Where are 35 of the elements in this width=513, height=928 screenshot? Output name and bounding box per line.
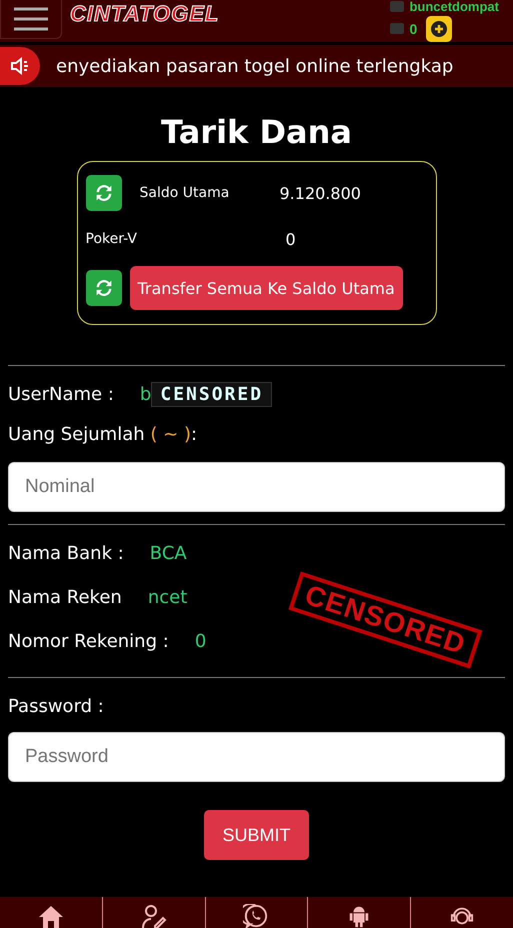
page-title: Tarik Dana [160, 113, 353, 151]
sound-button[interactable] [0, 47, 40, 85]
field-value: BCA [150, 542, 187, 564]
username-value: b [140, 384, 152, 404]
logo[interactable]: CINTATOGEL [70, 1, 220, 27]
refresh-button[interactable] [86, 175, 122, 211]
field-label: Password : [8, 696, 104, 716]
nominal-field[interactable]: Nominal [8, 462, 505, 512]
deposit-button[interactable] [426, 16, 452, 42]
redaction-label: CENSORED [151, 382, 272, 406]
field-label: Nama Bank : [8, 542, 124, 564]
user-edit-icon[interactable] [140, 904, 167, 928]
field-label: Nama Reken [8, 586, 122, 608]
field-value: 0 [194, 630, 206, 652]
wallet-value: 9.120.800 [280, 184, 361, 202]
transfer-button[interactable]: Transfer Semua Ke Saldo Utama [130, 266, 403, 310]
menu-button[interactable] [0, 0, 62, 39]
refresh-button[interactable] [86, 270, 122, 306]
submit-button[interactable]: SUBMIT [204, 810, 308, 860]
home-icon[interactable] [38, 904, 64, 928]
menu-icon [14, 6, 48, 32]
wallet-value: 0 [286, 230, 296, 248]
wallet-label: Saldo Utama [140, 185, 230, 201]
username: buncetdompat [409, 0, 499, 14]
chat-icon[interactable] [243, 904, 270, 928]
marquee-text: enyediakan pasaran togel online terlengkap [56, 56, 454, 76]
balance: 0 [409, 20, 418, 36]
field-label: Nomor Rekening : [8, 630, 169, 652]
field-value: ncet [148, 586, 188, 608]
speaker-icon [10, 57, 30, 75]
password-field[interactable]: Password [8, 732, 505, 782]
field-label: UserName : [8, 384, 114, 404]
wallet-label: Poker-V [86, 231, 138, 247]
field-label: Uang Sejumlah ( ~ ): [8, 424, 198, 444]
plus-icon [431, 20, 448, 36]
